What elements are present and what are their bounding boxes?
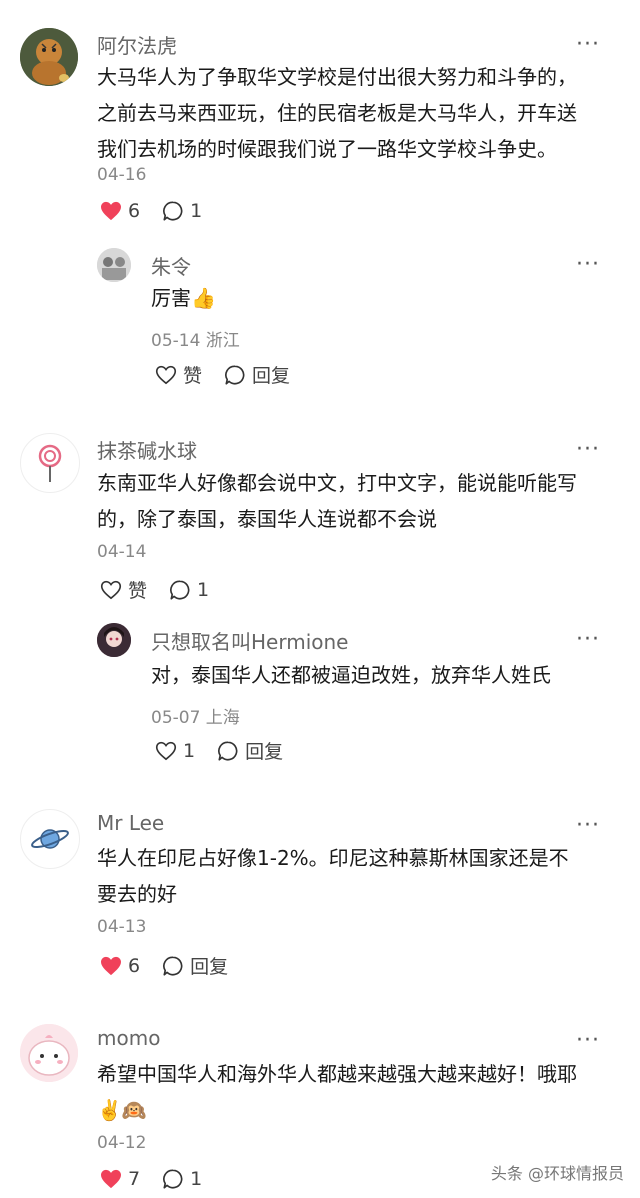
- reply-text: 对，泰国华人还都被逼迫改姓，放弃华人姓氏: [151, 663, 551, 687]
- comment-bubble-icon: [225, 364, 245, 385]
- photo-avatar-icon: [97, 248, 131, 282]
- comment-date: 04-12: [97, 1133, 147, 1153]
- comment-line: 东南亚华人好像都会说中文，打中文字，能说能听能写: [97, 471, 577, 495]
- more-options-icon[interactable]: ···: [576, 254, 600, 276]
- comment-bubble-icon: [163, 955, 183, 976]
- comment-line: 华人在印尼占好像1-2%。印尼这种慕斯林国家还是不: [97, 846, 569, 870]
- like-count: 1: [183, 739, 196, 762]
- comment-text: 华人在印尼占好像1-2%。印尼这种慕斯林国家还是不 要去的好: [97, 840, 569, 912]
- like-button[interactable]: 赞: [155, 361, 202, 388]
- like-button[interactable]: 6: [100, 200, 140, 222]
- comment-line: ✌️🙉: [97, 1098, 147, 1122]
- reply-count: 1: [190, 200, 203, 222]
- anime-avatar-icon: [97, 623, 131, 657]
- avatar[interactable]: [20, 433, 80, 493]
- username[interactable]: 阿尔法虎: [97, 30, 177, 59]
- heart-outline-icon: [100, 580, 122, 599]
- reply-username[interactable]: 朱令: [151, 251, 191, 280]
- planet-avatar-icon: [31, 829, 69, 849]
- reply-date: 05-07 上海: [151, 708, 240, 728]
- heart-filled-icon: [101, 956, 121, 975]
- comment-actions: 7 1: [100, 1168, 224, 1190]
- reply-actions: 1 回复: [155, 737, 305, 764]
- avatar[interactable]: [20, 809, 80, 869]
- more-options-icon[interactable]: ···: [576, 815, 600, 837]
- more-options-icon[interactable]: ···: [576, 629, 600, 651]
- heart-outline-icon: [155, 741, 177, 760]
- comment-text: 希望中国华人和海外华人都越来越强大越来越好！哦耶 ✌️🙉: [97, 1056, 577, 1128]
- cute-character-avatar-icon: [20, 1024, 78, 1082]
- like-count: 6: [128, 954, 141, 977]
- avatar[interactable]: [20, 28, 78, 86]
- like-label: 赞: [183, 365, 203, 387]
- comment-bubble-icon: [163, 1169, 183, 1189]
- comment-line: 希望中国华人和海外华人都越来越强大越来越好！哦耶: [97, 1062, 577, 1086]
- username[interactable]: momo: [97, 1026, 160, 1050]
- tiger-avatar-icon: [20, 28, 78, 86]
- watermark: 头条 @环球情报员: [490, 1164, 624, 1183]
- more-options-icon[interactable]: ···: [576, 1030, 600, 1052]
- comment-line: 大马华人为了争取华文学校是付出很大努力和斗争的，: [97, 65, 577, 89]
- reply-button[interactable]: 回复: [217, 737, 283, 764]
- like-button[interactable]: 6: [100, 955, 140, 977]
- reply-label: 回复: [245, 741, 284, 763]
- reply-label: 回复: [252, 365, 291, 387]
- comment-line: 我们去机场的时候跟我们说了一路华文学校斗争史。: [97, 137, 557, 161]
- comment-line: 之前去马来西亚玩，住的民宿老板是大马华人，开车送: [97, 101, 577, 125]
- reply-count-button[interactable]: 1: [169, 579, 209, 601]
- heart-outline-icon: [155, 365, 177, 384]
- comment-bubble-icon: [163, 201, 183, 221]
- reply-actions: 赞 回复: [155, 361, 312, 388]
- reply-count-button[interactable]: 1: [162, 200, 202, 222]
- like-count: 7: [128, 1168, 141, 1190]
- comment-actions: 6 1: [100, 200, 224, 222]
- like-label: 赞: [128, 580, 148, 602]
- comment-actions: 6 回复: [100, 952, 250, 979]
- heart-filled-icon: [101, 201, 121, 221]
- reply-count: 1: [197, 578, 210, 601]
- comment-bubble-icon: [170, 579, 190, 600]
- more-options-icon[interactable]: ···: [576, 34, 600, 56]
- like-button[interactable]: 赞: [100, 576, 147, 603]
- reply-label: 回复: [190, 956, 229, 978]
- like-button[interactable]: 7: [100, 1168, 140, 1190]
- comment-date: 04-13: [97, 917, 147, 937]
- comment-actions: 赞 1: [100, 576, 231, 603]
- reply-count-button[interactable]: 1: [162, 1168, 202, 1190]
- reply-text: 厉害👍: [151, 286, 216, 310]
- like-button[interactable]: 1: [155, 740, 195, 762]
- more-options-icon[interactable]: ···: [576, 439, 600, 461]
- comment-date: 04-14: [97, 542, 147, 562]
- comment-line: 的，除了泰国，泰国华人连说都不会说: [97, 507, 437, 531]
- comment-line: 要去的好: [97, 882, 177, 906]
- avatar[interactable]: [20, 1024, 78, 1082]
- username[interactable]: 抹茶碱水球: [97, 435, 197, 464]
- comment-bubble-icon: [218, 740, 238, 761]
- comment-text: 大马华人为了争取华文学校是付出很大努力和斗争的， 之前去马来西亚玩，住的民宿老板…: [97, 59, 577, 167]
- reply-button[interactable]: 回复: [224, 361, 290, 388]
- username[interactable]: Mr Lee: [97, 811, 164, 835]
- reply-avatar[interactable]: [97, 623, 131, 657]
- like-count: 6: [128, 200, 141, 222]
- reply-avatar[interactable]: [97, 248, 131, 282]
- comment-date: 04-16: [97, 165, 147, 185]
- comment-text: 东南亚华人好像都会说中文，打中文字，能说能听能写 的，除了泰国，泰国华人连说都不…: [97, 465, 577, 537]
- lollipop-avatar-icon: [38, 444, 62, 482]
- reply-count: 1: [190, 1168, 203, 1190]
- heart-filled-icon: [101, 1169, 121, 1189]
- reply-date: 05-14 浙江: [151, 331, 240, 351]
- reply-username[interactable]: 只想取名叫Hermione: [151, 626, 348, 655]
- reply-button[interactable]: 回复: [162, 952, 228, 979]
